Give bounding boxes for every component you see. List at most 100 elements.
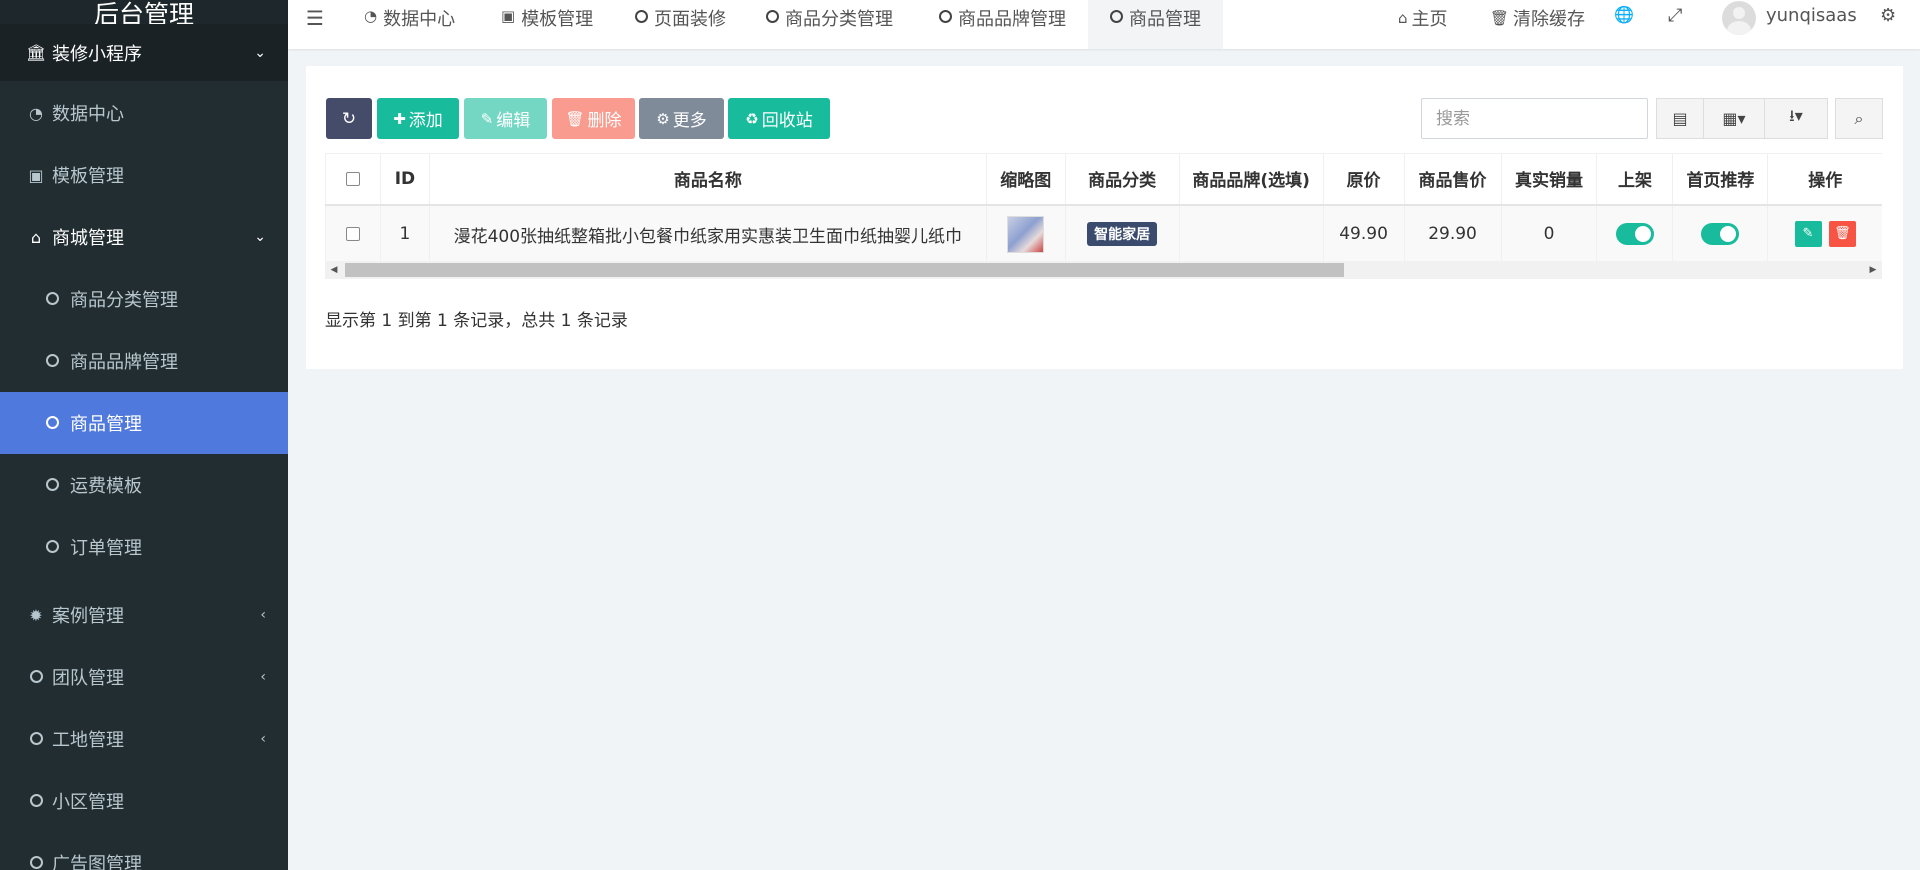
gear-icon: ⚙	[656, 109, 670, 128]
operation-cell: ✎ 🗑	[1767, 204, 1882, 263]
scroll-left-icon[interactable]: ◀	[325, 261, 343, 279]
circle-icon	[26, 854, 46, 870]
sidebar-item-label: 数据中心	[52, 104, 124, 125]
row-edit-button[interactable]: ✎	[1794, 221, 1822, 247]
home-label: 主页	[1411, 9, 1448, 30]
recommend-cell	[1672, 204, 1768, 263]
sidebar-item-community[interactable]: 小区管理	[0, 770, 288, 832]
dashboard-icon: ◔	[364, 7, 378, 25]
avatar[interactable]	[1722, 1, 1756, 35]
add-button[interactable]: ✚ 添加	[377, 98, 459, 139]
more-label: 更多	[672, 111, 707, 131]
sidebar-item-freight[interactable]: 运费模板	[0, 454, 288, 516]
content-panel: ↻ ✚ 添加 ✎ 编辑 🗑 删除 ⚙ 更多 ♻ 回收站 ▤ ▦▾ ⭳▾ ⌕ ID	[306, 66, 1903, 369]
tab-brand[interactable]: 商品品牌管理	[939, 0, 1066, 49]
select-all-cell[interactable]	[325, 153, 381, 206]
tab-category[interactable]: 商品分类管理	[766, 0, 893, 49]
tab-page-decor[interactable]: 页面装修	[635, 0, 726, 49]
row-checkbox[interactable]	[345, 227, 360, 241]
product-thumbnail[interactable]	[1007, 215, 1045, 253]
username[interactable]: yunqisaas	[1766, 5, 1857, 26]
scrollbar-thumb[interactable]	[345, 263, 1344, 277]
circle-icon	[939, 5, 952, 27]
sidebar-item-brand[interactable]: 商品品牌管理	[0, 330, 288, 392]
fullscreen-icon[interactable]: ⤢	[1668, 5, 1682, 26]
tab-goods[interactable]: 商品管理	[1088, 0, 1223, 49]
sidebar-item-mall[interactable]: ⌂ 商城管理 ⌄	[0, 206, 288, 268]
sidebar-item-label: 模板管理	[52, 166, 124, 187]
sidebar-item-team[interactable]: 团队管理 ‹	[0, 646, 288, 708]
column-header[interactable]: 商品分类	[1064, 153, 1180, 206]
sidebar-item-label: 装修小程序	[52, 43, 142, 65]
column-header[interactable]: 商品名称	[428, 153, 987, 206]
circle-icon	[42, 538, 62, 557]
search-button[interactable]: ⌕	[1835, 98, 1883, 139]
horizontal-scrollbar[interactable]: ◀ ▶	[325, 261, 1882, 279]
column-header[interactable]: 原价	[1322, 153, 1405, 206]
column-header[interactable]: 上架	[1596, 153, 1673, 206]
circle-icon	[42, 476, 62, 495]
chevron-down-icon: ⌄	[254, 44, 266, 61]
columns-button[interactable]: ▦▾	[1703, 98, 1765, 139]
circle-icon	[42, 290, 62, 309]
home-link[interactable]: ⌂ 主页	[1398, 5, 1448, 31]
language-icon[interactable]: 🌐	[1614, 5, 1634, 24]
recycle-icon: ♻	[745, 109, 759, 128]
sidebar-item-cases[interactable]: ✹ 案例管理 ‹	[0, 584, 288, 646]
more-button[interactable]: ⚙ 更多	[639, 98, 724, 139]
export-button[interactable]: ⭳▾	[1764, 98, 1828, 139]
tab-label: 商品分类管理	[785, 9, 893, 30]
circle-icon	[26, 792, 46, 811]
table-header-row: ID 商品名称 缩略图 商品分类 商品品牌(选填) 原价 商品售价 真实销量 上…	[325, 153, 1882, 206]
sidebar-item-orders[interactable]: 订单管理	[0, 516, 288, 578]
chevron-left-icon: ‹	[260, 607, 266, 623]
table-row[interactable]: 1 漫花400张抽纸整箱批小包餐巾纸家用实惠装卫生面巾纸抽婴儿纸巾 智能家居 4…	[325, 204, 1882, 263]
refresh-button[interactable]: ↻	[326, 98, 372, 139]
circle-icon	[26, 668, 46, 687]
column-header[interactable]: 首页推荐	[1672, 153, 1768, 206]
delete-button[interactable]: 🗑 删除	[552, 98, 635, 139]
sidebar-item-site[interactable]: 工地管理 ‹	[0, 708, 288, 770]
on-shelf-toggle[interactable]	[1615, 223, 1654, 245]
sidebar-item-template[interactable]: ▣ 模板管理	[0, 144, 288, 206]
sidebar-item-decor-miniapp[interactable]: 🏛 装修小程序 ⌄	[0, 24, 288, 81]
tab-label: 模板管理	[521, 9, 594, 30]
column-header[interactable]: 商品售价	[1403, 153, 1502, 206]
recycle-button[interactable]: ♻ 回收站	[728, 98, 830, 139]
home-icon: ⌂	[30, 227, 42, 247]
template-icon: ▣	[501, 7, 516, 25]
refresh-icon: ↻	[341, 108, 357, 129]
gear-icon: ✹	[29, 605, 43, 625]
select-all-checkbox[interactable]	[345, 171, 360, 186]
trash-icon: 🗑	[565, 109, 585, 128]
row-delete-button[interactable]: 🗑	[1828, 221, 1856, 247]
toggle-view-button[interactable]: ▤	[1656, 98, 1704, 139]
dashboard-icon: ◔	[29, 103, 43, 123]
sidebar-item-label: 订单管理	[70, 538, 142, 559]
tab-template[interactable]: ▣ 模板管理	[501, 0, 593, 49]
clear-cache-link[interactable]: 🗑 清除缓存	[1490, 5, 1585, 31]
search-input[interactable]	[1421, 98, 1648, 139]
edit-label: 编辑	[496, 111, 531, 131]
sidebar-item-data-center[interactable]: ◔ 数据中心	[0, 82, 288, 144]
column-header[interactable]: ID	[379, 153, 430, 206]
sidebar-item-label: 商品品牌管理	[70, 352, 178, 373]
column-header[interactable]: 缩略图	[985, 153, 1066, 206]
column-header[interactable]: 真实销量	[1500, 153, 1597, 206]
name-cell: 漫花400张抽纸整箱批小包餐巾纸家用实惠装卫生面巾纸抽婴儿纸巾	[428, 204, 987, 263]
sidebar-item-category[interactable]: 商品分类管理	[0, 268, 288, 330]
circle-icon	[42, 414, 62, 433]
settings-icon[interactable]: ⚙	[1880, 5, 1896, 26]
scroll-right-icon[interactable]: ▶	[1864, 261, 1882, 279]
edit-button[interactable]: ✎ 编辑	[464, 98, 547, 139]
recommend-toggle[interactable]	[1701, 223, 1740, 245]
tab-data-center[interactable]: ◔ 数据中心	[364, 0, 455, 49]
brand-cell	[1178, 204, 1324, 263]
menu-toggle-icon[interactable]: ☰	[306, 6, 324, 30]
column-header[interactable]: 商品品牌(选填)	[1178, 153, 1324, 206]
clear-cache-label: 清除缓存	[1513, 9, 1586, 30]
sidebar-item-banner[interactable]: 广告图管理	[0, 832, 288, 870]
row-select-cell[interactable]	[325, 204, 381, 263]
thumbnail-cell	[985, 204, 1066, 263]
sidebar-item-goods[interactable]: 商品管理	[0, 392, 288, 454]
